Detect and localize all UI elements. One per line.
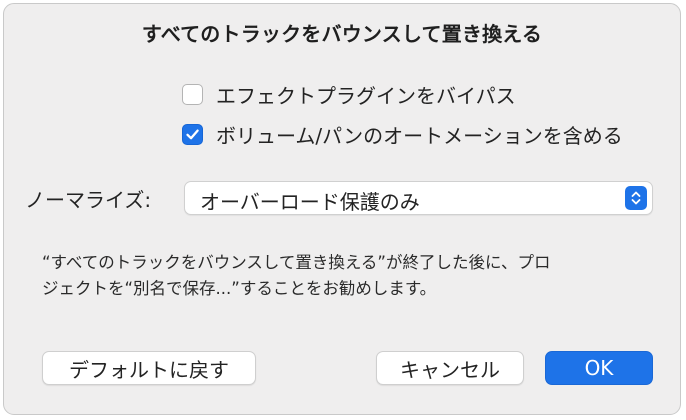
info-note-line: ジェクトを“別名で保存...”することをお勧めします。 — [42, 279, 437, 298]
restore-defaults-button[interactable]: デフォルトに戻す — [42, 351, 256, 385]
checkmark-icon[interactable] — [182, 123, 203, 145]
info-note: “すべてのトラックをバウンスして置き換える”が終了した後に、プロ ジェクトを“別… — [42, 250, 662, 302]
info-note-line: “すべてのトラックをバウンスして置き換える”が終了した後に、プロ — [42, 253, 551, 272]
option-label: ボリューム/パンのオートメーションを含める — [216, 123, 623, 148]
normalize-select[interactable]: オーバーロード保護のみ — [184, 181, 653, 215]
option-bypass-plugins[interactable]: エフェクトプラグインをバイパス — [182, 81, 516, 108]
bounce-replace-dialog: すべてのトラックをバウンスして置き換える エフェクトプラグインをバイパス ボリュ… — [3, 3, 681, 415]
normalize-label: ノーマライズ: — [25, 188, 152, 212]
ok-button[interactable]: OK — [545, 351, 653, 385]
option-label: エフェクトプラグインをバイパス — [216, 83, 516, 108]
cancel-button[interactable]: キャンセル — [376, 351, 524, 385]
normalize-selected-value: オーバーロード保護のみ — [200, 190, 420, 214]
chevron-up-down-icon[interactable] — [625, 186, 647, 210]
option-include-automation[interactable]: ボリューム/パンのオートメーションを含める — [182, 121, 623, 148]
dialog-title: すべてのトラックをバウンスして置き換える — [141, 22, 543, 46]
checkbox-unchecked-icon[interactable] — [182, 83, 203, 105]
